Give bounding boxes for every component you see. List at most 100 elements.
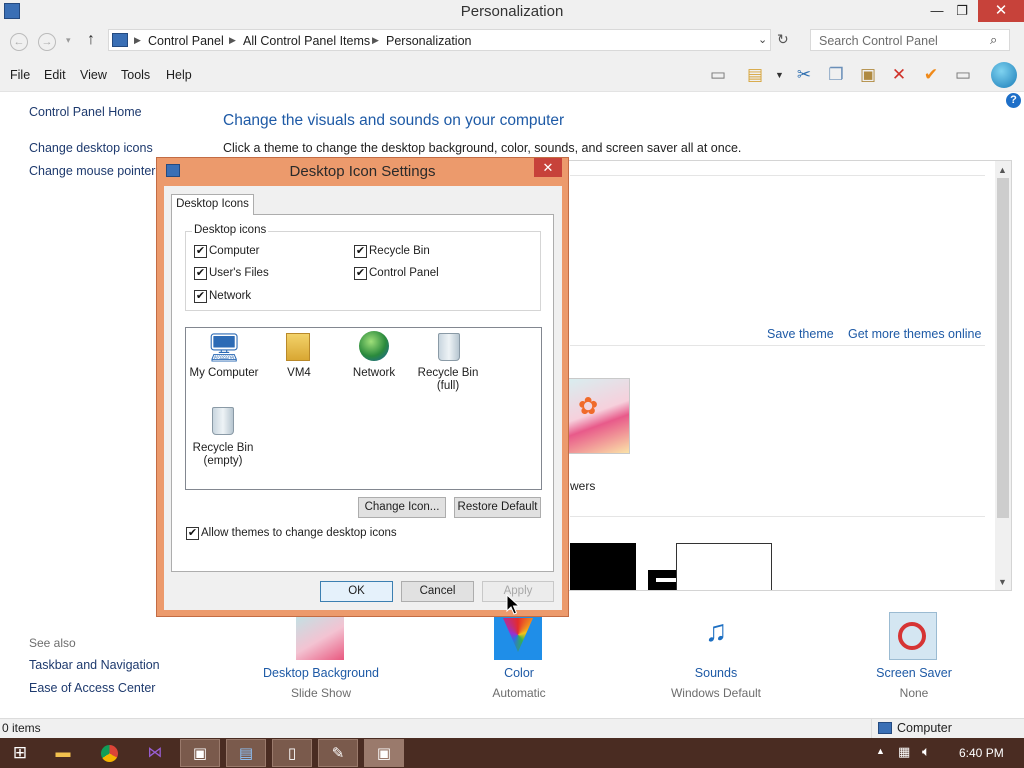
start-icon[interactable]: ⊞ bbox=[0, 739, 40, 767]
taskbar-app-monitor-icon[interactable]: ▣ bbox=[180, 739, 220, 767]
users-files-checkbox[interactable]: ✔ bbox=[194, 267, 207, 280]
restore-default-button[interactable]: Restore Default bbox=[454, 497, 541, 518]
computer-icon bbox=[878, 722, 892, 734]
change-desktop-icons-link[interactable]: Change desktop icons bbox=[29, 141, 153, 155]
network-checkbox[interactable]: ✔ bbox=[194, 290, 207, 303]
sounds-link[interactable]: Sounds bbox=[646, 666, 786, 680]
menu-tools[interactable]: Tools bbox=[121, 68, 150, 82]
taskbar-app-notepad-icon[interactable]: ▯ bbox=[272, 739, 312, 767]
rename-icon[interactable]: ▭ bbox=[952, 64, 974, 86]
computer-checkbox[interactable]: ✔ bbox=[194, 245, 207, 258]
restore-button[interactable]: ❐ bbox=[950, 0, 974, 22]
menu-file[interactable]: File bbox=[10, 68, 30, 82]
change-mouse-pointers-link[interactable]: Change mouse pointers bbox=[29, 164, 162, 178]
dropdown-icon[interactable]: ▼ bbox=[775, 70, 784, 80]
high-contrast-black-thumbnail[interactable] bbox=[570, 543, 636, 590]
help-icon[interactable]: ? bbox=[1006, 93, 1021, 108]
ok-button[interactable]: OK bbox=[320, 581, 393, 602]
up-icon[interactable]: ↑ bbox=[87, 31, 95, 49]
divider bbox=[570, 175, 985, 176]
my-computer-label[interactable]: My Computer bbox=[184, 367, 264, 380]
file-explorer-icon[interactable]: ▬ bbox=[43, 739, 83, 767]
refresh-icon[interactable]: ↻ bbox=[777, 31, 789, 48]
network-icon[interactable] bbox=[359, 331, 389, 361]
screen-saver-link[interactable]: Screen Saver bbox=[844, 666, 984, 680]
forward-icon[interactable]: → bbox=[38, 33, 56, 51]
recycle-bin-checkbox[interactable]: ✔ bbox=[354, 245, 367, 258]
breadcrumb-separator-icon[interactable]: ▶ bbox=[229, 35, 236, 46]
computer-checkbox-label[interactable]: Computer bbox=[209, 245, 260, 257]
recycle-bin-empty-icon[interactable] bbox=[212, 407, 234, 435]
scrollbar-thumb[interactable] bbox=[997, 178, 1009, 518]
high-contrast-white-thumbnail[interactable] bbox=[676, 543, 772, 590]
get-more-themes-link[interactable]: Get more themes online bbox=[848, 327, 981, 341]
network-checkbox-label[interactable]: Network bbox=[209, 290, 251, 302]
taskbar-app-control-panel-icon[interactable]: ▣ bbox=[364, 739, 404, 767]
allow-themes-checkbox[interactable]: ✔ bbox=[186, 527, 199, 540]
globe-icon[interactable] bbox=[991, 62, 1017, 88]
copy-icon[interactable]: ❐ bbox=[825, 64, 847, 86]
cancel-button[interactable]: Cancel bbox=[401, 581, 474, 602]
clock[interactable]: 6:40 PM bbox=[959, 746, 1004, 760]
chrome-icon[interactable] bbox=[89, 739, 129, 767]
folder-options-icon[interactable]: ▤ bbox=[744, 64, 766, 86]
layout-icon[interactable]: ▭ bbox=[707, 64, 729, 86]
visual-studio-icon[interactable]: ⋈ bbox=[135, 739, 175, 767]
scroll-down-icon[interactable]: ▼ bbox=[998, 577, 1007, 587]
menu-help[interactable]: Help bbox=[166, 68, 192, 82]
menu-edit[interactable]: Edit bbox=[44, 68, 66, 82]
vm4-folder-icon[interactable] bbox=[286, 333, 310, 361]
close-button[interactable]: ✕ bbox=[978, 0, 1024, 22]
minimize-button[interactable]: — bbox=[925, 0, 949, 22]
network-tray-icon[interactable]: ▦ bbox=[898, 744, 910, 760]
no-symbol-icon bbox=[898, 622, 926, 650]
back-icon[interactable]: ← bbox=[10, 33, 28, 51]
theme-name[interactable]: wers bbox=[570, 479, 595, 493]
window-title: Personalization bbox=[460, 3, 564, 20]
theme-list[interactable] bbox=[560, 160, 1012, 591]
desktop-background-icon[interactable] bbox=[296, 612, 344, 660]
change-icon-button[interactable]: Change Icon... bbox=[358, 497, 446, 518]
menu-view[interactable]: View bbox=[80, 68, 107, 82]
control-panel-home-link[interactable]: Control Panel Home bbox=[29, 105, 142, 119]
taskbar-app-remote-icon[interactable]: ▤ bbox=[226, 739, 266, 767]
recycle-bin-empty-label[interactable]: Recycle Bin (empty) bbox=[183, 442, 263, 468]
allow-themes-label[interactable]: Allow themes to change desktop icons bbox=[201, 527, 397, 539]
properties-icon[interactable]: ✔ bbox=[920, 64, 942, 86]
recycle-bin-checkbox-label[interactable]: Recycle Bin bbox=[369, 245, 430, 257]
paste-icon[interactable]: ▣ bbox=[857, 64, 879, 86]
recent-locations-icon[interactable]: ▾ bbox=[66, 35, 71, 46]
breadcrumb-all-items[interactable]: All Control Panel Items bbox=[243, 34, 370, 48]
sounds-icon[interactable]: ♫ bbox=[692, 612, 740, 660]
users-files-checkbox-label[interactable]: User's Files bbox=[209, 267, 269, 279]
show-hidden-icons[interactable]: ▲ bbox=[876, 746, 885, 756]
cut-icon[interactable]: ✂ bbox=[793, 64, 815, 86]
recycle-bin-full-icon[interactable] bbox=[438, 333, 460, 361]
taskbar-app-tool-icon[interactable]: ✎ bbox=[318, 739, 358, 767]
ease-of-access-link[interactable]: Ease of Access Center bbox=[29, 681, 155, 695]
breadcrumb-separator-icon[interactable]: ▶ bbox=[134, 35, 141, 46]
delete-icon[interactable]: ✕ bbox=[888, 64, 910, 86]
breadcrumb-personalization[interactable]: Personalization bbox=[386, 34, 471, 48]
breadcrumb-separator-icon[interactable]: ▶ bbox=[372, 35, 379, 46]
page-heading: Change the visuals and sounds on your co… bbox=[223, 112, 565, 129]
volume-icon[interactable]: 🔈︎ bbox=[922, 743, 930, 760]
control-panel-checkbox[interactable]: ✔ bbox=[354, 267, 367, 280]
search-placeholder: Search Control Panel bbox=[819, 34, 938, 48]
desktop-background-link[interactable]: Desktop Background bbox=[251, 666, 391, 680]
address-dropdown-icon[interactable]: ⌄ bbox=[758, 33, 767, 46]
my-computer-icon[interactable]: 🖥︎ bbox=[204, 331, 244, 365]
tab-desktop-icons[interactable]: Desktop Icons bbox=[171, 194, 254, 215]
dialog-close-button[interactable]: ✕ bbox=[534, 158, 562, 177]
control-panel-checkbox-label[interactable]: Control Panel bbox=[369, 267, 439, 279]
search-icon[interactable]: ⌕ bbox=[990, 32, 997, 48]
scroll-up-icon[interactable]: ▲ bbox=[998, 165, 1007, 175]
recycle-bin-full-label[interactable]: Recycle Bin (full) bbox=[408, 367, 488, 393]
network-label[interactable]: Network bbox=[334, 367, 414, 380]
breadcrumb-control-panel[interactable]: Control Panel bbox=[148, 34, 224, 48]
taskbar-navigation-link[interactable]: Taskbar and Navigation bbox=[29, 658, 160, 672]
vm4-label[interactable]: VM4 bbox=[259, 367, 339, 380]
save-theme-link[interactable]: Save theme bbox=[767, 327, 834, 341]
color-link[interactable]: Color bbox=[449, 666, 589, 680]
status-divider bbox=[871, 718, 872, 738]
